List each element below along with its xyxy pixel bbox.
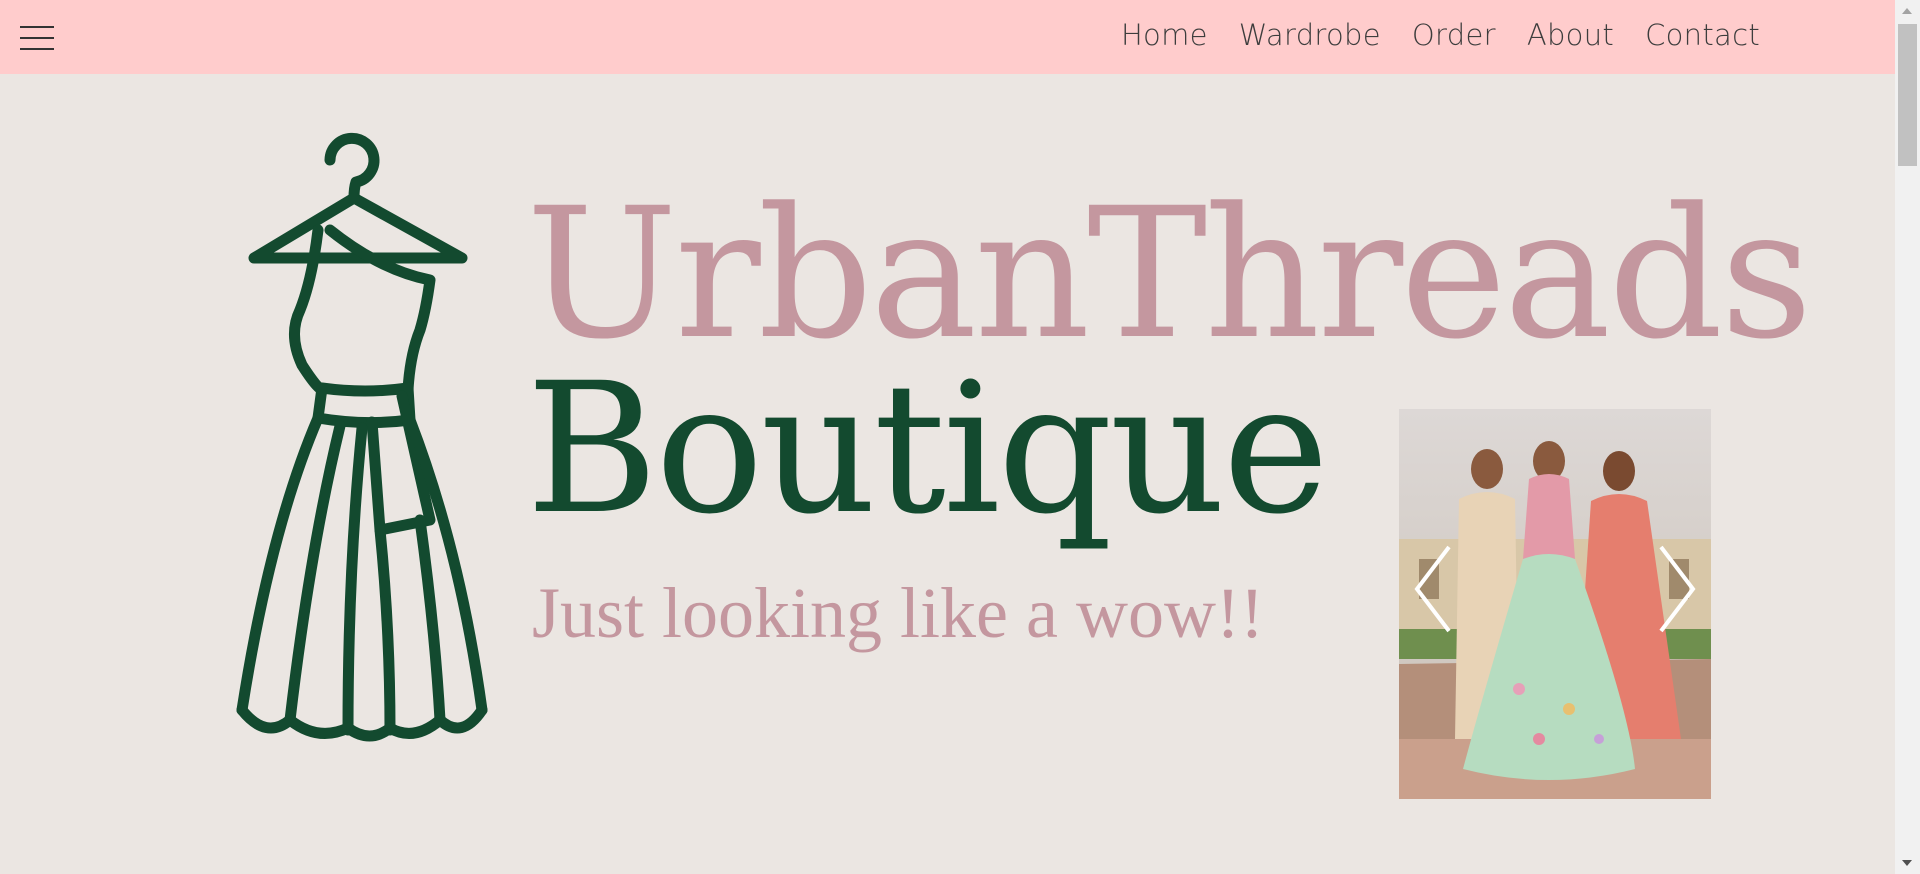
nav-link-about[interactable]: About <box>1527 18 1614 52</box>
top-navbar: Home Wardrobe Order About Contact <box>0 0 1895 74</box>
carousel-prev-button[interactable] <box>1409 539 1457 639</box>
nav-link-wardrobe[interactable]: Wardrobe <box>1239 18 1381 52</box>
chevron-right-icon <box>1659 545 1696 633</box>
dress-on-hanger-icon <box>236 132 488 742</box>
hamburger-menu-icon[interactable] <box>20 26 54 50</box>
image-carousel <box>1399 409 1711 799</box>
brand-name-line2: Boutique <box>526 345 1329 554</box>
nav-link-home[interactable]: Home <box>1121 18 1208 52</box>
nav-link-contact[interactable]: Contact <box>1645 18 1760 52</box>
carousel-next-button[interactable] <box>1653 539 1701 639</box>
chevron-left-icon <box>1414 545 1451 633</box>
scrollbar-thumb[interactable] <box>1898 24 1917 166</box>
main-nav: Home Wardrobe Order About Contact <box>1121 18 1760 52</box>
nav-link-order[interactable]: Order <box>1412 18 1496 52</box>
scroll-up-arrow-icon[interactable] <box>1902 8 1912 14</box>
brand-name-line1: UrbanThreads <box>526 170 1813 379</box>
hero-tagline: Just looking like a wow!! <box>532 573 1264 653</box>
page-scrollbar[interactable] <box>1895 0 1920 874</box>
scroll-down-arrow-icon[interactable] <box>1902 860 1912 866</box>
